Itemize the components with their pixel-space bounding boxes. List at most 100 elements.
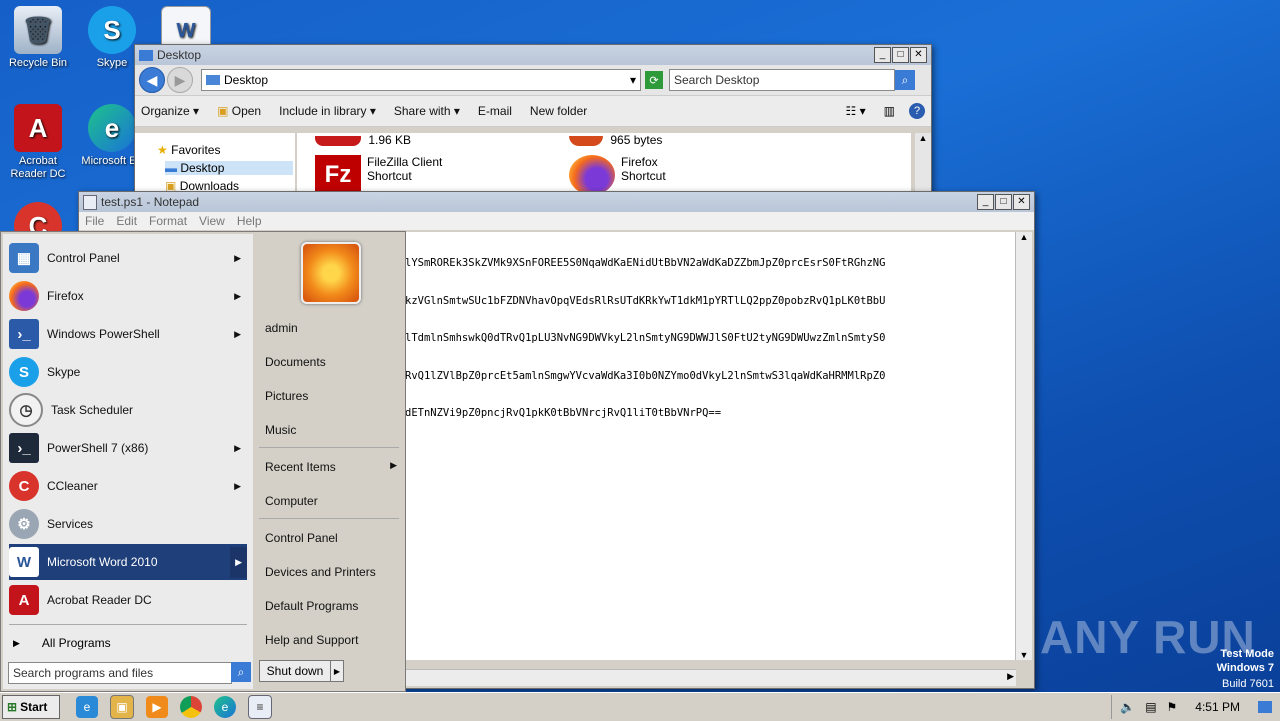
nav-favorites[interactable]: ★ Favorites bbox=[157, 143, 220, 157]
minimize-button[interactable]: _ bbox=[977, 194, 994, 210]
place-documents[interactable]: Documents bbox=[265, 355, 326, 369]
nav-downloads[interactable]: ▣ Downloads bbox=[165, 179, 239, 191]
explorer-titlebar[interactable]: Desktop _ □ ✕ bbox=[135, 45, 931, 65]
submenu-arrow-icon: ▶ bbox=[234, 290, 241, 301]
program-ccleaner[interactable]: C CCleaner ▶ bbox=[9, 468, 247, 504]
desktop-icon-recycle-bin[interactable]: 🗑 Recycle Bin bbox=[0, 6, 76, 70]
search-icon[interactable]: ⌕ bbox=[895, 70, 915, 90]
help-icon[interactable]: ? bbox=[909, 103, 925, 119]
place-admin[interactable]: admin bbox=[265, 321, 298, 335]
email-button[interactable]: E-mail bbox=[478, 104, 512, 118]
program-skype[interactable]: S Skype bbox=[9, 354, 247, 390]
all-programs-button[interactable]: ▶ All Programs bbox=[13, 634, 243, 652]
notepad-taskbar-icon[interactable]: ≡ bbox=[248, 695, 272, 719]
address-bar-row: ◀ ▶ Desktop ▾ ⟳ Search Desktop ⌕ bbox=[135, 65, 931, 95]
file-item-filezilla[interactable]: Fz FileZilla Client Shortcut bbox=[315, 155, 442, 195]
chrome-icon[interactable] bbox=[180, 696, 202, 718]
program-task-scheduler[interactable]: ◷ Task Scheduler bbox=[9, 392, 247, 428]
desktop-icon: ▬ bbox=[165, 161, 177, 175]
maximize-button[interactable]: □ bbox=[892, 47, 909, 63]
place-computer[interactable]: Computer bbox=[265, 494, 318, 508]
address-bar[interactable]: Desktop ▾ bbox=[201, 69, 641, 91]
start-menu-programs: ▦ Control Panel ▶ Firefox ▶ ›_ Windows Pow… bbox=[3, 234, 253, 689]
place-music[interactable]: Music bbox=[265, 423, 296, 437]
place-devices-and-printers[interactable]: Devices and Printers bbox=[265, 565, 376, 579]
program-windows-powershell[interactable]: ›_ Windows PowerShell ▶ bbox=[9, 316, 247, 352]
menu-view[interactable]: View bbox=[199, 214, 225, 228]
start-search-input[interactable]: Search programs and files bbox=[8, 662, 232, 684]
arrow-right-icon: ▶ bbox=[13, 637, 20, 648]
new-folder-button[interactable]: New folder bbox=[530, 104, 587, 118]
shutdown-button[interactable]: Shut down bbox=[259, 660, 331, 682]
program-acrobat-reader[interactable]: A Acrobat Reader DC bbox=[9, 582, 247, 618]
program-microsoft-word-2010[interactable]: W Microsoft Word 2010 ▶ bbox=[9, 544, 247, 580]
place-pictures[interactable]: Pictures bbox=[265, 389, 308, 403]
notepad-titlebar[interactable]: test.ps1 - Notepad _ □ ✕ bbox=[79, 192, 1034, 212]
os-label: Windows 7 bbox=[1216, 662, 1274, 674]
include-in-library-button[interactable]: Include in library ▾ bbox=[279, 104, 376, 118]
shutdown-options-button[interactable]: ▶ bbox=[330, 660, 344, 682]
address-dropdown-icon[interactable]: ▾ bbox=[630, 73, 636, 87]
program-powershell-7[interactable]: ›_ PowerShell 7 (x86) ▶ bbox=[9, 430, 247, 466]
close-button[interactable]: ✕ bbox=[910, 47, 927, 63]
ie-icon[interactable]: e bbox=[76, 696, 98, 718]
place-control-panel[interactable]: Control Panel bbox=[265, 531, 338, 545]
explorer-scrollbar[interactable]: ▲ bbox=[915, 133, 931, 193]
start-button[interactable]: ⊞ Start bbox=[2, 695, 60, 719]
windows-logo-icon: ⊞ bbox=[7, 700, 18, 714]
folder-icon bbox=[139, 49, 153, 61]
share-with-button[interactable]: Share with ▾ bbox=[394, 104, 460, 118]
close-button[interactable]: ✕ bbox=[1013, 194, 1030, 210]
search-input[interactable]: Search Desktop bbox=[669, 69, 895, 91]
start-menu-places: admin Documents Pictures Music Recent It… bbox=[255, 234, 403, 689]
program-firefox[interactable]: Firefox ▶ bbox=[9, 278, 247, 314]
recycle-bin-icon: 🗑 bbox=[14, 6, 62, 54]
menu-help[interactable]: Help bbox=[237, 214, 262, 228]
forward-button[interactable]: ▶ bbox=[167, 67, 193, 93]
firefox-icon bbox=[569, 155, 615, 195]
maximize-button[interactable]: □ bbox=[995, 194, 1012, 210]
back-button[interactable]: ◀ bbox=[139, 67, 165, 93]
refresh-icon[interactable]: ⟳ bbox=[645, 71, 663, 89]
file-item-firefox[interactable]: Firefox Shortcut bbox=[569, 155, 666, 195]
media-player-icon[interactable]: ▶ bbox=[146, 696, 168, 718]
place-help-and-support[interactable]: Help and Support bbox=[265, 633, 358, 647]
control-panel-icon: ▦ bbox=[9, 243, 39, 273]
open-icon: ▣ bbox=[217, 104, 229, 118]
notepad-icon bbox=[83, 194, 97, 210]
explorer-window[interactable]: Desktop _ □ ✕ ◀ ▶ Desktop ▾ ⟳ Search Des… bbox=[134, 44, 932, 196]
file-icon bbox=[315, 135, 361, 146]
program-services[interactable]: ⚙ Services bbox=[9, 506, 247, 542]
edge-taskbar-icon[interactable]: e bbox=[214, 696, 236, 718]
submenu-arrow-icon: ▶ bbox=[234, 480, 241, 491]
minimize-button[interactable]: _ bbox=[874, 47, 891, 63]
file-item[interactable]: 965 bytes bbox=[569, 133, 662, 147]
place-default-programs[interactable]: Default Programs bbox=[265, 599, 358, 613]
network-icon[interactable]: ▤ bbox=[1145, 700, 1156, 714]
action-center-flag-icon[interactable]: ⚑ bbox=[1167, 700, 1178, 714]
program-control-panel[interactable]: ▦ Control Panel ▶ bbox=[9, 240, 247, 276]
notepad-vscrollbar[interactable]: ▲ ▼ bbox=[1015, 232, 1032, 660]
volume-icon[interactable]: 🔈 bbox=[1120, 700, 1135, 714]
search-icon[interactable]: ⌕ bbox=[231, 662, 251, 682]
desktop-icon-acrobat[interactable]: A Acrobat Reader DC bbox=[0, 104, 76, 181]
open-button[interactable]: ▣ Open bbox=[217, 104, 261, 118]
start-menu: ▦ Control Panel ▶ Firefox ▶ ›_ Windows Pow… bbox=[0, 231, 406, 692]
organize-button[interactable]: Organize ▾ bbox=[141, 104, 199, 118]
star-icon: ★ bbox=[157, 143, 168, 157]
nav-desktop[interactable]: ▬ Desktop bbox=[165, 161, 293, 175]
downloads-icon: ▣ bbox=[165, 179, 177, 191]
preview-pane-icon[interactable]: ▥ bbox=[884, 104, 895, 118]
file-item[interactable]: 1.96 KB bbox=[315, 133, 411, 147]
clock[interactable]: 4:51 PM bbox=[1195, 700, 1240, 714]
user-picture[interactable] bbox=[301, 242, 361, 304]
menu-file[interactable]: File bbox=[85, 214, 104, 228]
separator bbox=[259, 518, 399, 519]
show-desktop-icon[interactable] bbox=[1258, 701, 1272, 713]
explorer-taskbar-icon[interactable]: ▣ bbox=[110, 695, 134, 719]
menu-format[interactable]: Format bbox=[149, 214, 187, 228]
view-options-icon[interactable]: ☷ ▾ bbox=[846, 104, 866, 118]
menu-edit[interactable]: Edit bbox=[116, 214, 137, 228]
file-icon bbox=[569, 135, 603, 146]
place-recent-items[interactable]: Recent Items ▶ bbox=[265, 460, 397, 474]
